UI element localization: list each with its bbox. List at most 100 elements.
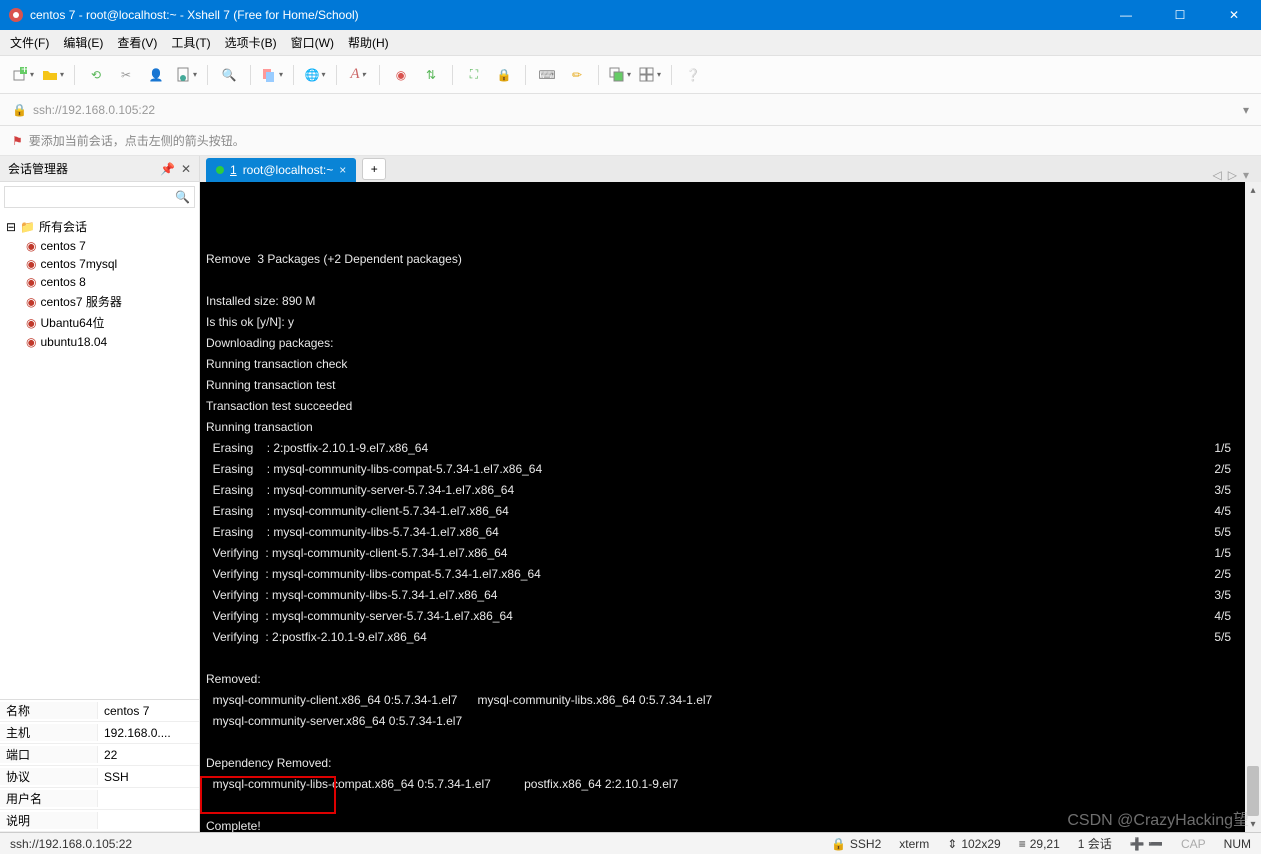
window-title: centos 7 - root@localhost:~ - Xshell 7 (… [30, 8, 1111, 22]
session-icon: ◉ [26, 316, 36, 330]
transfer-icon[interactable]: ⇅ [418, 62, 444, 88]
terminal-line: mysql-community-libs-compat.x86_64 0:5.7… [206, 774, 1255, 795]
session-icon: ◉ [26, 275, 36, 289]
terminal-line: Verifying : mysql-community-server-5.7.3… [206, 606, 1255, 627]
copy-icon[interactable]: ▾ [259, 62, 285, 88]
session-item[interactable]: ◉centos 7 [26, 237, 193, 255]
session-label: Ubantu64位 [40, 314, 104, 331]
maximize-button[interactable]: ☐ [1165, 8, 1195, 22]
terminal-line: Verifying : mysql-community-libs-compat-… [206, 564, 1255, 585]
address-dropdown-icon[interactable]: ▾ [1243, 103, 1249, 117]
address-bar[interactable]: 🔒 ssh://192.168.0.105:22 ▾ [0, 94, 1261, 126]
terminal-line [206, 270, 1255, 291]
status-term: xterm [899, 837, 929, 851]
tile-icon[interactable]: ▾ [637, 62, 663, 88]
terminal-line [206, 732, 1255, 753]
globe-icon[interactable]: 🌐▾ [302, 62, 328, 88]
search-icon[interactable]: 🔍 [216, 62, 242, 88]
prop-key: 协议 [0, 768, 98, 785]
tab-close-icon[interactable]: × [339, 163, 346, 177]
reconnect-icon[interactable]: ⟲ [83, 62, 109, 88]
prop-value: 192.168.0.... [98, 726, 199, 740]
app-icon [8, 7, 24, 23]
disconnect-icon[interactable]: ✂ [113, 62, 139, 88]
new-tab-button[interactable]: + [362, 158, 386, 180]
prop-value: centos 7 [98, 704, 199, 718]
fullscreen-icon[interactable]: ⛶ [461, 62, 487, 88]
keyboard-icon[interactable]: ⌨ [534, 62, 560, 88]
terminal-line: Complete! [206, 816, 1255, 832]
flag-icon: ⚑ [12, 134, 23, 148]
terminal-line: Running transaction test [206, 375, 1255, 396]
session-tree-root[interactable]: ⊟ 📁 所有会话 [6, 216, 193, 237]
menu-edit[interactable]: 编辑(E) [63, 34, 103, 51]
terminal-line: Verifying : mysql-community-libs-5.7.34-… [206, 585, 1255, 606]
cascade-icon[interactable]: ▾ [607, 62, 633, 88]
session-item[interactable]: ◉ubuntu18.04 [26, 333, 193, 351]
status-url: ssh://192.168.0.105:22 [10, 837, 132, 851]
session-manager-title: 会话管理器 [8, 160, 68, 177]
menu-file[interactable]: 文件(F) [10, 34, 49, 51]
prop-row: 主机192.168.0.... [0, 722, 199, 744]
font-icon[interactable]: A▾ [345, 62, 371, 88]
scroll-thumb[interactable] [1247, 766, 1259, 816]
session-item[interactable]: ◉centos7 服务器 [26, 291, 193, 312]
minimize-button[interactable]: ― [1111, 8, 1141, 22]
session-icon: ◉ [26, 335, 36, 349]
prop-value: SSH [98, 770, 199, 784]
session-search-input[interactable]: 🔍 [4, 186, 195, 208]
menu-window[interactable]: 窗口(W) [291, 34, 334, 51]
terminal-line: Is this ok [y/N]: y [206, 312, 1255, 333]
menu-tabs[interactable]: 选项卡(B) [225, 34, 277, 51]
session-tree[interactable]: ⊟ 📁 所有会话 ◉centos 7◉centos 7mysql◉centos … [0, 212, 199, 699]
terminal-line: Verifying : mysql-community-client-5.7.3… [206, 543, 1255, 564]
session-item[interactable]: ◉centos 7mysql [26, 255, 193, 273]
terminal-line: Remove 3 Packages (+2 Dependent packages… [206, 249, 1255, 270]
menu-view[interactable]: 查看(V) [117, 34, 157, 51]
terminal-line: Erasing : mysql-community-client-5.7.34-… [206, 501, 1255, 522]
tab-prev-icon[interactable]: ◁ [1213, 168, 1222, 182]
xftp-icon[interactable]: ◉ [388, 62, 414, 88]
menu-help[interactable]: 帮助(H) [348, 34, 389, 51]
scroll-up-icon[interactable]: ▴ [1245, 182, 1261, 198]
session-root-label: 所有会话 [39, 218, 87, 235]
tab-next-icon[interactable]: ▷ [1228, 168, 1237, 182]
terminal-line: Downloading packages: [206, 333, 1255, 354]
new-session-icon[interactable]: +▾ [10, 62, 36, 88]
session-item[interactable]: ◉centos 8 [26, 273, 193, 291]
svg-text:+: + [21, 67, 28, 76]
scroll-down-icon[interactable]: ▾ [1245, 816, 1261, 832]
prop-key: 说明 [0, 812, 98, 829]
highlight-icon[interactable]: ✏ [564, 62, 590, 88]
panel-close-icon[interactable]: ✕ [181, 162, 191, 176]
prop-key: 端口 [0, 746, 98, 763]
terminal-line: Running transaction check [206, 354, 1255, 375]
terminal-scrollbar[interactable]: ▴ ▾ [1245, 182, 1261, 832]
close-button[interactable]: ✕ [1219, 8, 1249, 22]
open-session-icon[interactable]: ▾ [40, 62, 66, 88]
status-size: 102x29 [961, 837, 1000, 851]
menu-tools[interactable]: 工具(T) [171, 34, 210, 51]
prop-row: 用户名 [0, 788, 199, 810]
tree-toggle-icon[interactable]: ⊟ [6, 220, 16, 234]
terminal-line: Installed size: 890 M [206, 291, 1255, 312]
hint-text: 要添加当前会话，点击左侧的箭头按钮。 [29, 132, 245, 149]
session-icon: ◉ [26, 239, 36, 253]
properties-icon[interactable]: ▾ [173, 62, 199, 88]
profile-icon[interactable]: 👤 [143, 62, 169, 88]
terminal-line: Running transaction [206, 417, 1255, 438]
lock-icon[interactable]: 🔒 [491, 62, 517, 88]
window-titlebar: centos 7 - root@localhost:~ - Xshell 7 (… [0, 0, 1261, 30]
prop-key: 主机 [0, 724, 98, 741]
help-icon[interactable]: ❔ [680, 62, 706, 88]
tab-active[interactable]: 1 root@localhost:~ × [206, 158, 356, 182]
address-url: ssh://192.168.0.105:22 [33, 103, 1243, 117]
session-item[interactable]: ◉ Ubantu64位 [26, 312, 193, 333]
connected-dot-icon [216, 166, 224, 174]
tab-label: root@localhost:~ [243, 163, 334, 177]
toolbar: +▾ ▾ ⟲ ✂ 👤 ▾ 🔍 ▾ 🌐▾ A▾ ◉ ⇅ ⛶ 🔒 ⌨ ✏ ▾ ▾ ❔ [0, 56, 1261, 94]
terminal-line: Erasing : mysql-community-libs-5.7.34-1.… [206, 522, 1255, 543]
pin-icon[interactable]: 📌 [160, 162, 175, 176]
terminal[interactable]: ▴ ▾ Remove 3 Packages (+2 Dependent pack… [200, 182, 1261, 832]
tab-menu-icon[interactable]: ▾ [1243, 168, 1249, 182]
